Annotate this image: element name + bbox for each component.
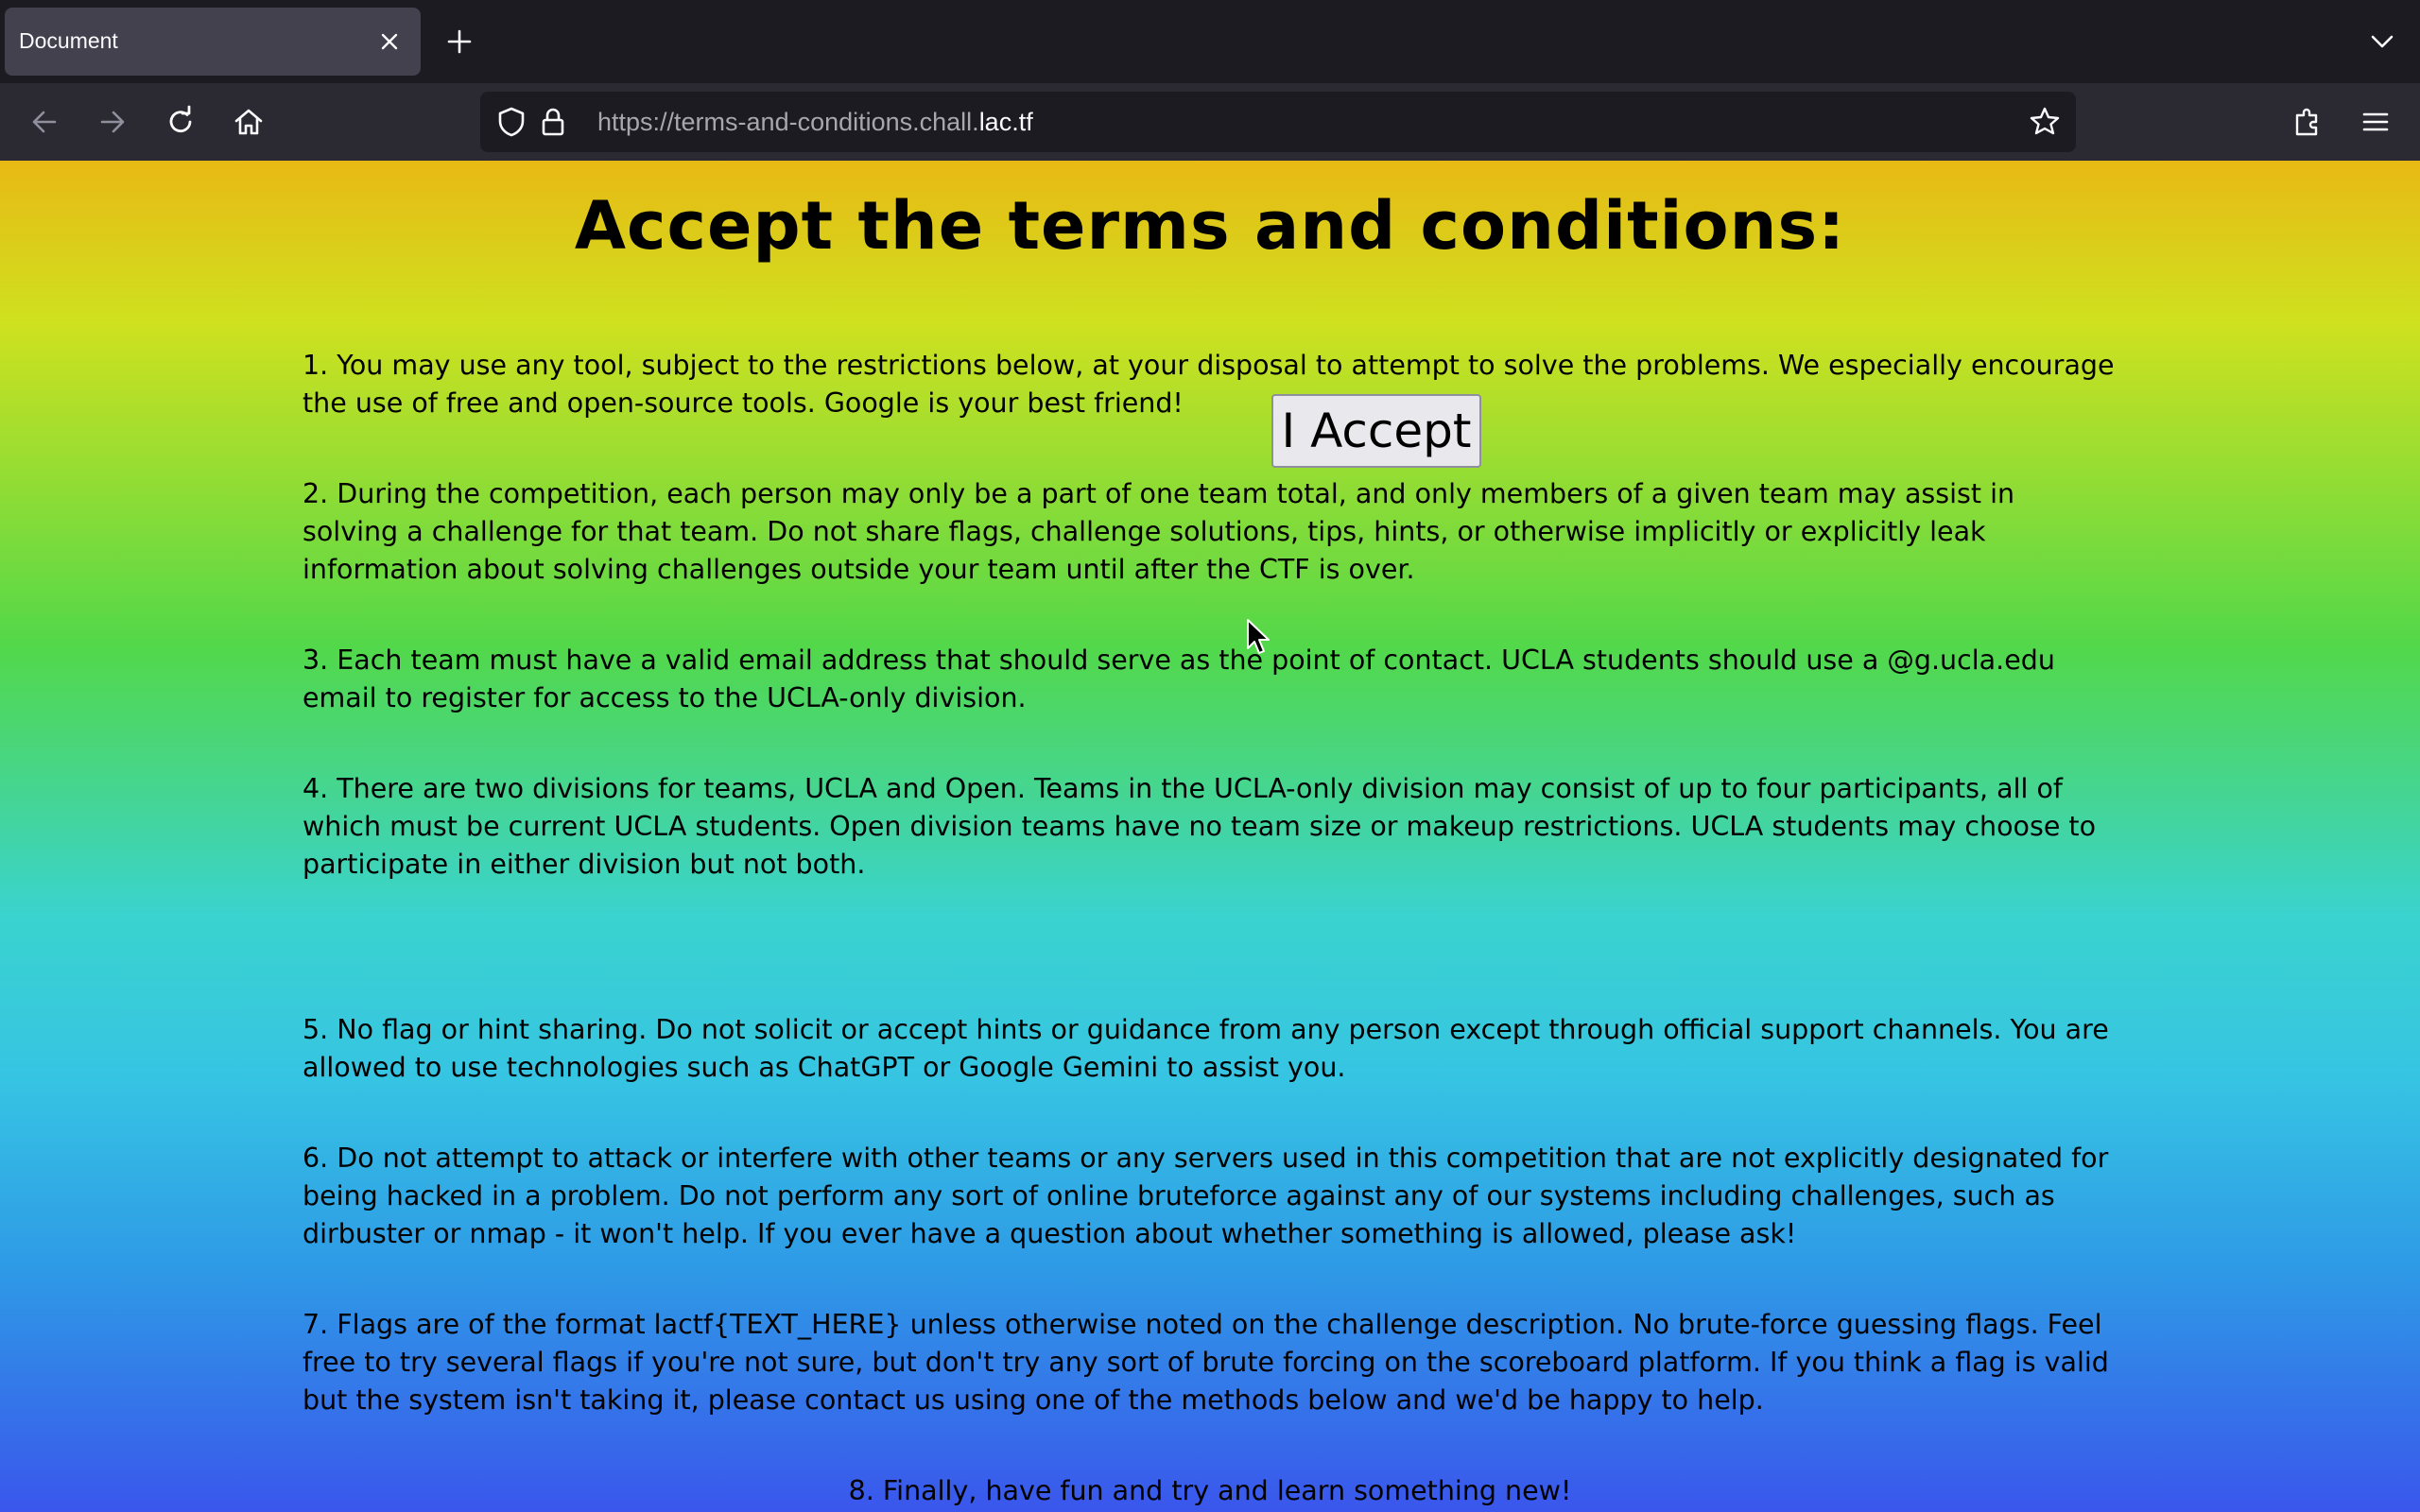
term-2: 2. During the competition, each person m… [302,478,2015,585]
term-7: 7. Flags are of the format lactf{TEXT_HE… [302,1309,2109,1416]
tab-document[interactable]: Document [5,8,421,76]
chevron-down-icon[interactable] [2367,26,2397,57]
term-8: 8. Finally, have fun and try and learn s… [848,1475,1572,1506]
shield-icon[interactable] [493,104,529,140]
url-prefix: https://terms-and-conditions.chall. [597,108,979,136]
url-bar[interactable]: https://terms-and-conditions.chall.lac.t… [480,92,2076,152]
term-6: 6. Do not attempt to attack or interfere… [302,1143,2109,1249]
term-5: 5. No flag or hint sharing. Do not solic… [302,1014,2109,1083]
reload-icon[interactable] [163,104,199,140]
forward-arrow-icon[interactable] [95,104,130,140]
page-content: Accept the terms and conditions: 1. You … [0,161,2420,1512]
back-arrow-icon[interactable] [26,104,62,140]
close-icon[interactable] [376,28,403,55]
url-text[interactable]: https://terms-and-conditions.chall.lac.t… [597,108,1033,137]
hamburger-menu-icon[interactable] [2358,104,2394,140]
puzzle-icon[interactable] [2290,104,2325,140]
url-domain: lac.tf [978,108,1033,136]
tab-bar: Document [0,0,2420,83]
lock-icon[interactable] [535,104,571,140]
navigation-bar: https://terms-and-conditions.chall.lac.t… [0,83,2420,161]
term-3: 3. Each team must have a valid email add… [302,644,2055,713]
mouse-pointer-icon [1247,619,1270,654]
term-4: 4. There are two divisions for teams, UC… [302,773,2097,880]
page-title: Accept the terms and conditions: [574,187,1846,265]
home-icon[interactable] [231,104,267,140]
tab-title: Document [19,28,118,53]
accept-button[interactable]: I Accept [1271,394,1481,468]
plus-icon[interactable] [444,26,475,57]
term-1: 1. You may use any tool, subject to the … [302,350,2115,419]
star-icon[interactable] [2027,104,2063,140]
